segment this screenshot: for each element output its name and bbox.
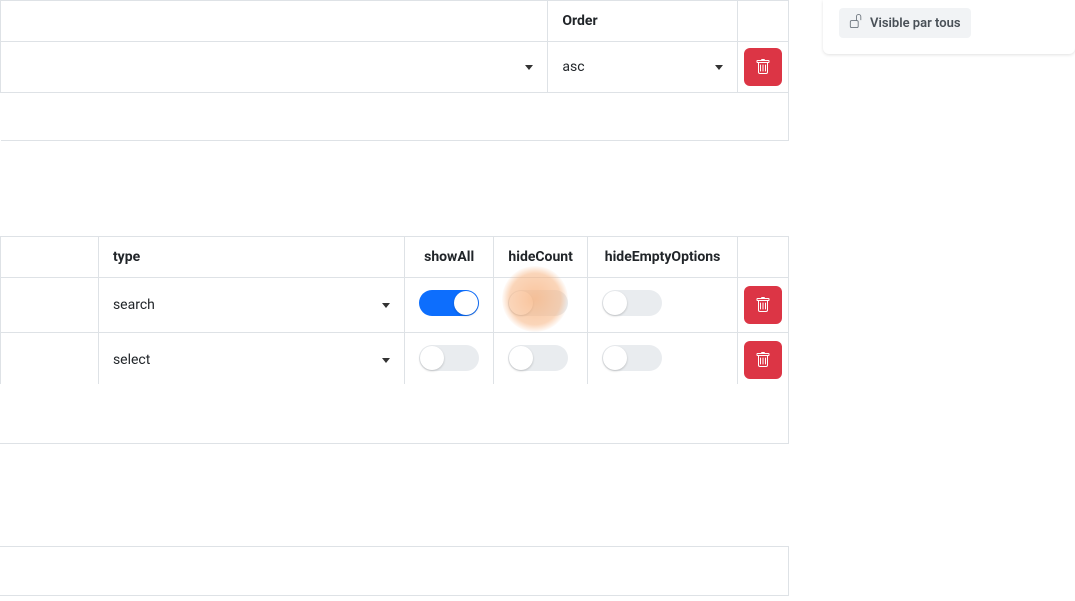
visibility-badge[interactable]: Visible par tous: [839, 8, 971, 38]
order-field-cell: [1, 42, 548, 93]
options-row: select: [1, 333, 789, 388]
trash-icon: [755, 297, 771, 313]
order-action-cell: [737, 42, 788, 93]
visibility-card: Visible by Visible par tous: [823, 0, 1075, 54]
options-row-first: [1, 278, 99, 333]
options-header-blank: [1, 237, 99, 278]
hideempty-toggle[interactable]: [602, 290, 662, 316]
delete-option-button[interactable]: [744, 286, 782, 324]
options-row: search: [1, 278, 789, 333]
options-hideempty-cell: [588, 333, 738, 388]
order-direction-value: asc: [562, 59, 584, 75]
order-spacer-row: [1, 93, 789, 141]
options-showall-cell: [405, 333, 494, 388]
options-hidecount-cell: [494, 278, 588, 333]
unlock-icon: [849, 14, 863, 32]
order-section: Order asc: [0, 0, 789, 141]
order-row: asc: [1, 42, 789, 93]
options-footer-space: [0, 384, 789, 444]
options-header-showall: showAll: [405, 237, 494, 278]
delete-option-button[interactable]: [744, 341, 782, 379]
visibility-badge-label: Visible par tous: [870, 16, 961, 31]
trash-icon: [755, 59, 771, 75]
chevron-down-icon: [382, 303, 390, 308]
trash-icon: [755, 352, 771, 368]
hidecount-toggle[interactable]: [508, 345, 568, 371]
chevron-down-icon: [715, 65, 723, 70]
options-table: type showAll hideCount hideEmptyOptions …: [0, 236, 789, 388]
options-type-select[interactable]: search: [113, 297, 390, 313]
options-header-hideempty: hideEmptyOptions: [588, 237, 738, 278]
options-hideempty-cell: [588, 278, 738, 333]
options-header-hidecount: hideCount: [494, 237, 588, 278]
hideempty-toggle[interactable]: [602, 345, 662, 371]
chevron-down-icon: [382, 358, 390, 363]
order-header-action: [737, 1, 788, 42]
options-header-action: [737, 237, 788, 278]
options-section: type showAll hideCount hideEmptyOptions …: [0, 236, 789, 388]
options-type-value: select: [113, 352, 150, 368]
bottom-panel: [0, 546, 789, 596]
order-header-blank: [1, 1, 548, 42]
order-direction-select[interactable]: asc: [562, 59, 723, 75]
order-table: Order asc: [0, 0, 789, 141]
chevron-down-icon: [525, 65, 533, 70]
options-header-type: type: [98, 237, 404, 278]
options-showall-cell: [405, 278, 494, 333]
order-field-select[interactable]: [15, 65, 533, 70]
options-type-cell: search: [98, 278, 404, 333]
options-action-cell: [737, 278, 788, 333]
options-action-cell: [737, 333, 788, 388]
options-hidecount-cell: [494, 333, 588, 388]
showall-toggle[interactable]: [419, 345, 479, 371]
hidecount-toggle[interactable]: [508, 290, 568, 316]
delete-order-button[interactable]: [744, 48, 782, 86]
showall-toggle[interactable]: [419, 290, 479, 316]
options-type-cell: select: [98, 333, 404, 388]
options-type-value: search: [113, 297, 155, 313]
order-header: Order: [548, 1, 738, 42]
options-row-first: [1, 333, 99, 388]
order-direction-cell: asc: [548, 42, 738, 93]
options-type-select[interactable]: select: [113, 352, 390, 368]
